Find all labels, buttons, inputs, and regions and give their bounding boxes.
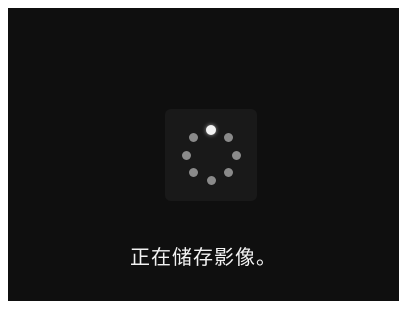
saving-status-message: 正在储存影像。 [130, 245, 277, 269]
spinner-dot [188, 168, 198, 178]
spinner-dot [181, 150, 191, 160]
spinner-dot [206, 125, 216, 135]
spinner-dot [206, 175, 216, 185]
loading-spinner [165, 109, 257, 201]
spinner-dot [224, 168, 234, 178]
spinner-dot [231, 150, 241, 160]
spinner-dot [188, 132, 198, 142]
spinner-dot [224, 132, 234, 142]
camera-screen: 正在储存影像。 [8, 8, 399, 301]
